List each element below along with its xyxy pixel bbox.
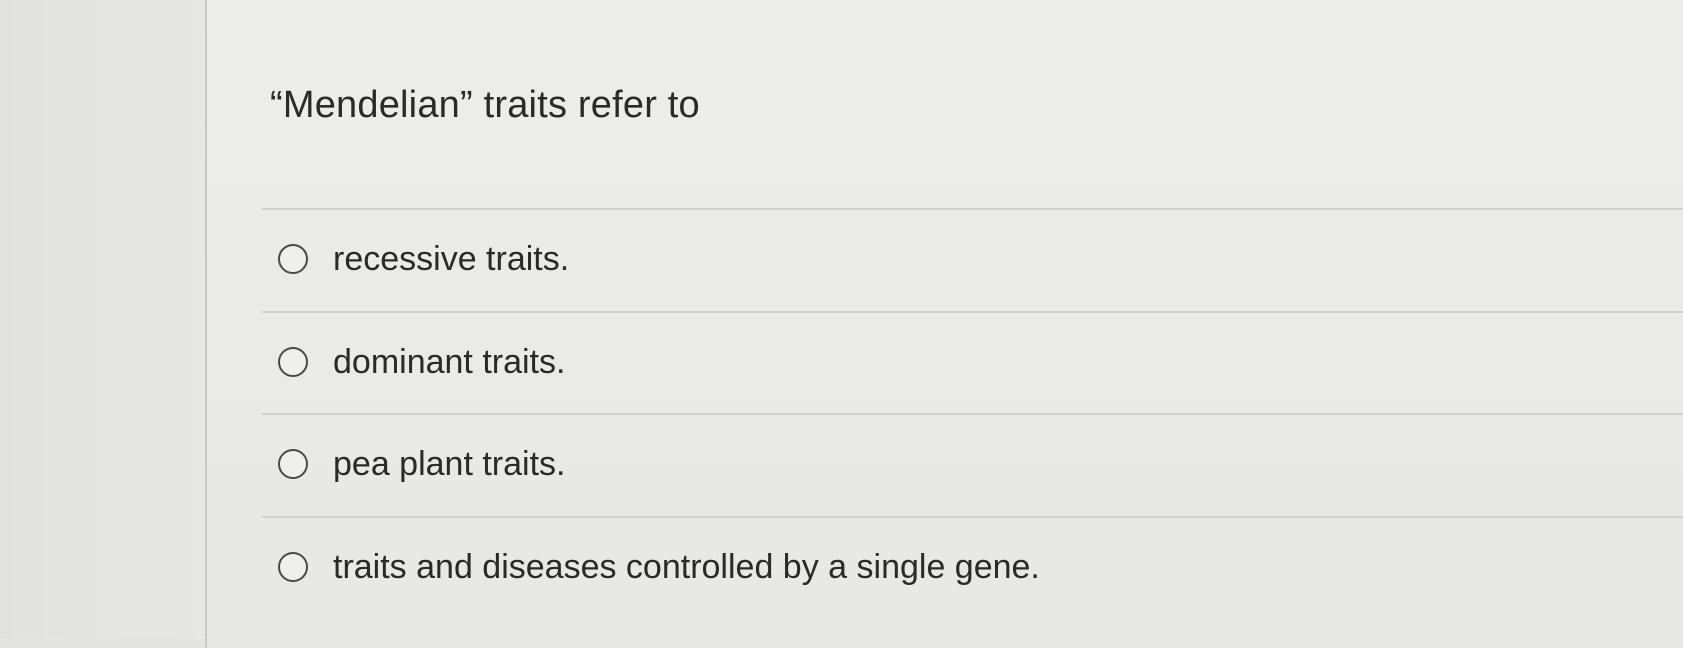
divider [262,208,1683,210]
radio-button[interactable] [278,347,308,377]
radio-button[interactable] [278,552,308,582]
radio-button[interactable] [278,449,308,479]
answer-option-1[interactable]: recessive traits. [278,237,569,281]
question-text: “Mendelian” traits refer to [270,84,700,126]
divider [262,311,1683,313]
answer-option-label: traits and diseases controlled by a sing… [333,547,1040,586]
divider [262,516,1683,518]
answer-option-label: pea plant traits. [333,444,566,483]
answer-option-2[interactable]: dominant traits. [278,340,565,384]
answer-option-4[interactable]: traits and diseases controlled by a sing… [278,545,1040,589]
answer-option-3[interactable]: pea plant traits. [278,442,565,486]
answer-option-label: recessive traits. [333,239,570,278]
answer-option-label: dominant traits. [333,342,566,381]
radio-button[interactable] [278,244,308,274]
divider [262,413,1683,415]
